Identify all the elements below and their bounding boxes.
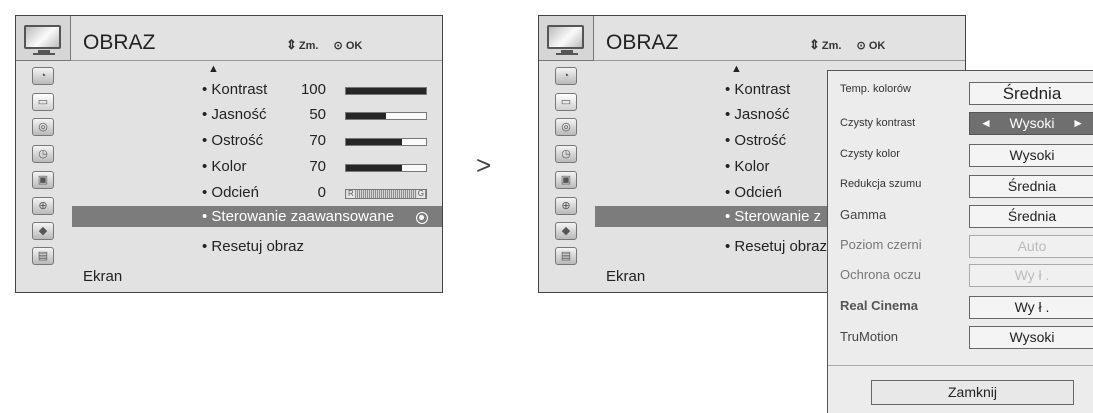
tv-box bbox=[539, 16, 594, 61]
hint-bar: ⇕ Zm. ⊙ OK bbox=[809, 37, 885, 53]
arrow-right-icon[interactable]: ► bbox=[1072, 113, 1084, 134]
hint-move-label: Zm. bbox=[821, 40, 842, 52]
menu-item-sterowanie-zaawansowane[interactable]: • Sterowanie zaawansowane bbox=[202, 208, 394, 225]
scroll-up-icon: ▲ bbox=[731, 63, 742, 75]
satellite-dish-icon[interactable]: ◔ bbox=[32, 67, 54, 85]
footer-ekran[interactable]: Ekran bbox=[606, 268, 645, 285]
clock-icon[interactable]: ◷ bbox=[555, 145, 577, 163]
value-poziom-czerni: Auto bbox=[969, 235, 1093, 258]
clock-icon[interactable]: ◷ bbox=[32, 145, 54, 163]
ostrosc-bar[interactable] bbox=[345, 138, 427, 146]
menu-item-jasnosc[interactable]: • Jasność bbox=[725, 106, 789, 123]
label-czysty-kolor: Czysty kolor bbox=[840, 148, 900, 160]
menu-item-kolor[interactable]: • Kolor bbox=[202, 158, 246, 175]
option-icon[interactable]: ⊕ bbox=[555, 197, 577, 215]
menu-item-odcien[interactable]: • Odcień bbox=[202, 184, 259, 201]
media-icon[interactable]: ▤ bbox=[32, 247, 54, 265]
label-poziom-czerni: Poziom czerni bbox=[840, 237, 922, 252]
hint-bar: ⇕ Zm. ⊙ OK bbox=[286, 37, 362, 53]
value-gamma[interactable]: Średnia bbox=[969, 205, 1093, 228]
hint-ok-label: OK bbox=[345, 40, 363, 52]
menu-item-resetuj-obraz[interactable]: • Resetuj obraz bbox=[725, 238, 827, 255]
kontrast-bar[interactable] bbox=[345, 87, 427, 95]
menu-item-kolor[interactable]: • Kolor bbox=[725, 158, 769, 175]
speaker-icon[interactable]: ◎ bbox=[555, 118, 577, 136]
kontrast-value: 100 bbox=[300, 81, 326, 98]
menu-item-ostrosc[interactable]: • Ostrość bbox=[202, 132, 263, 149]
advanced-settings-popup: Temp. kolorów Średnia Czysty kontrast ◄ … bbox=[827, 70, 1093, 413]
ok-icon: ⊙ bbox=[856, 40, 866, 52]
next-step-arrow-icon: > bbox=[476, 150, 492, 180]
scroll-up-icon: ▲ bbox=[208, 63, 219, 75]
label-trumotion: TruMotion bbox=[840, 329, 899, 344]
arrow-left-icon[interactable]: ◄ bbox=[980, 113, 992, 134]
odcien-value: 0 bbox=[317, 184, 326, 201]
footer-ekran[interactable]: Ekran bbox=[83, 268, 122, 285]
value-real-cinema[interactable]: Wy ł . bbox=[969, 296, 1093, 319]
tint-bar[interactable]: R G bbox=[345, 189, 427, 199]
picture-menu-panel: OBRAZ ⇕ Zm. ⊙ OK ▲ ◔ ▭ ◎ ◷ ▣ ⊕ ◆ ▤ • Kont… bbox=[15, 15, 443, 293]
divider bbox=[594, 60, 965, 61]
label-real-cinema: Real Cinema bbox=[840, 298, 919, 313]
menu-item-ostrosc[interactable]: • Ostrość bbox=[725, 132, 786, 149]
input-icon[interactable]: ◆ bbox=[32, 222, 54, 240]
lock-icon[interactable]: ▣ bbox=[32, 171, 54, 189]
kolor-value: 70 bbox=[309, 158, 326, 175]
menu-title: OBRAZ bbox=[83, 31, 156, 54]
close-button[interactable]: Zamknij bbox=[871, 380, 1074, 405]
media-icon[interactable]: ▤ bbox=[555, 247, 577, 265]
lock-icon[interactable]: ▣ bbox=[555, 171, 577, 189]
menu-title: OBRAZ bbox=[606, 31, 679, 54]
tv-icon bbox=[547, 25, 584, 49]
menu-item-sterowanie-zaawansowane[interactable]: • Sterowanie z bbox=[725, 208, 821, 225]
input-icon[interactable]: ◆ bbox=[555, 222, 577, 240]
menu-item-jasnosc[interactable]: • Jasność bbox=[202, 106, 266, 123]
enter-icon bbox=[416, 212, 428, 224]
ostrosc-value: 70 bbox=[309, 132, 326, 149]
ok-icon: ⊙ bbox=[333, 40, 343, 52]
satellite-dish-icon[interactable]: ◔ bbox=[555, 67, 577, 85]
divider bbox=[71, 60, 442, 61]
tv-picture-icon[interactable]: ▭ bbox=[32, 93, 54, 111]
value-ochrona-oczu: Wy ł . bbox=[969, 264, 1093, 287]
tint-green-label: G bbox=[416, 189, 425, 198]
kolor-bar[interactable] bbox=[345, 164, 427, 172]
value-temp-kolorow[interactable]: Średnia bbox=[969, 82, 1093, 105]
menu-item-kontrast[interactable]: • Kontrast bbox=[725, 81, 790, 98]
label-czysty-kontrast: Czysty kontrast bbox=[840, 117, 916, 129]
jasnosc-bar[interactable] bbox=[345, 112, 427, 120]
move-arrows-icon: ⇕ bbox=[809, 37, 820, 52]
tv-picture-icon[interactable]: ▭ bbox=[555, 93, 577, 111]
tv-box bbox=[16, 16, 71, 61]
jasnosc-value: 50 bbox=[309, 106, 326, 123]
hint-move-label: Zm. bbox=[298, 40, 319, 52]
option-icon[interactable]: ⊕ bbox=[32, 197, 54, 215]
menu-item-resetuj-obraz[interactable]: • Resetuj obraz bbox=[202, 238, 304, 255]
value-czysty-kolor[interactable]: Wysoki bbox=[969, 144, 1093, 167]
value-czysty-kontrast[interactable]: ◄ Wysoki ► bbox=[969, 112, 1093, 135]
menu-item-kontrast[interactable]: • Kontrast bbox=[202, 81, 267, 98]
label-gamma: Gamma bbox=[840, 207, 887, 222]
tint-red-label: R bbox=[347, 189, 355, 198]
tv-icon bbox=[24, 25, 61, 49]
value-redukcja-szumu[interactable]: Średnia bbox=[969, 175, 1093, 198]
label-redukcja-szumu: Redukcja szumu bbox=[840, 178, 922, 190]
label-temp-kolorow: Temp. kolorów bbox=[840, 83, 911, 95]
value-trumotion[interactable]: Wysoki bbox=[969, 326, 1093, 349]
label-ochrona-oczu: Ochrona oczu bbox=[840, 267, 921, 282]
move-arrows-icon: ⇕ bbox=[286, 37, 297, 52]
hint-ok-label: OK bbox=[868, 40, 886, 52]
divider bbox=[828, 365, 1093, 366]
menu-item-odcien[interactable]: • Odcień bbox=[725, 184, 782, 201]
speaker-icon[interactable]: ◎ bbox=[32, 118, 54, 136]
